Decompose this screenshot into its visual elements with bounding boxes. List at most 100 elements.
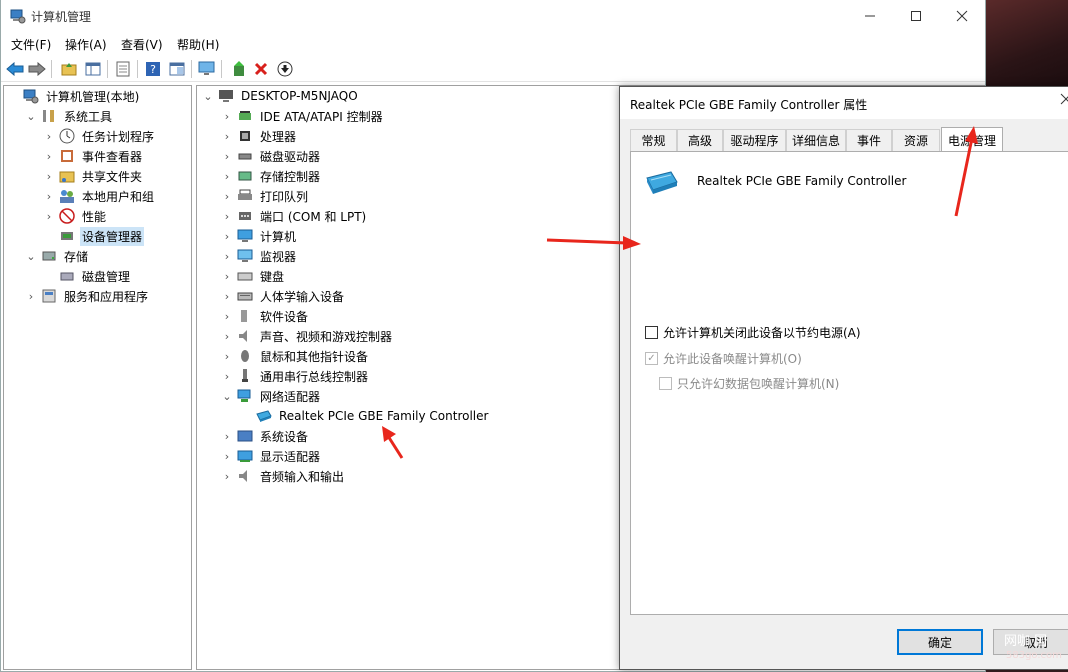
chevron-right-icon[interactable]: › (220, 470, 234, 483)
device-category[interactable]: › 监视器 (220, 246, 298, 266)
tab-resources[interactable]: 资源 (892, 129, 940, 151)
keyboard-icon (237, 272, 253, 281)
device-category[interactable]: › IDE ATA/ATAPI 控制器 (220, 106, 385, 126)
disable-device-button[interactable] (275, 59, 295, 79)
console-tree-item[interactable]: ⌄ 系统工具 (24, 106, 114, 126)
console-tree-item[interactable]: 计算机管理(本地) (6, 86, 141, 106)
console-tree-item[interactable]: ⌄ 存储 (24, 246, 90, 266)
device-category[interactable]: › 键盘 (220, 266, 286, 286)
tree-item-label: 计算机管理(本地) (46, 89, 140, 104)
chevron-right-icon[interactable]: › (24, 290, 38, 303)
device-category[interactable]: › 音频输入和输出 (220, 466, 346, 486)
chevron-right-icon[interactable]: › (220, 290, 234, 303)
tree-item-label: 存储 (64, 249, 89, 264)
chevron-right-icon[interactable]: › (220, 230, 234, 243)
console-tree-item[interactable]: › 任务计划程序 (42, 126, 156, 146)
device-category[interactable]: › 打印队列 (220, 186, 310, 206)
device-tree-root[interactable]: ⌄ DESKTOP-M5NJAQO (201, 86, 360, 106)
properties-view-button[interactable] (167, 59, 187, 79)
window-title: 计算机管理 (31, 10, 92, 24)
maximize-button[interactable] (893, 0, 939, 32)
chevron-right-icon[interactable]: › (220, 310, 234, 323)
menu-bar: 文件(F) 操作(A) 查看(V) 帮助(H) (1, 33, 985, 55)
menu-file[interactable]: 文件(F) (11, 36, 51, 53)
menu-view[interactable]: 查看(V) (121, 36, 163, 53)
chevron-right-icon[interactable]: › (42, 190, 56, 203)
scan-hardware-button[interactable] (197, 59, 217, 79)
device-category[interactable]: › 显示适配器 (220, 446, 322, 466)
device-category[interactable]: › 处理器 (220, 126, 298, 146)
tab-advanced[interactable]: 高级 (677, 129, 723, 151)
device-category[interactable]: › 磁盘驱动器 (220, 146, 322, 166)
back-button[interactable] (5, 59, 25, 79)
console-tree-item[interactable]: › 共享文件夹 (42, 166, 144, 186)
chevron-down-icon[interactable]: ⌄ (220, 390, 234, 403)
chevron-right-icon[interactable]: › (42, 150, 56, 163)
export-list-button[interactable] (113, 59, 133, 79)
device-category[interactable]: › 端口 (COM 和 LPT) (220, 206, 368, 226)
red-x-icon (254, 62, 268, 76)
forward-button[interactable] (27, 59, 47, 79)
help-button[interactable]: ? (143, 59, 163, 79)
device-item[interactable]: Realtek PCIe GBE Family Controller (239, 406, 490, 426)
up-folder-button[interactable] (59, 59, 79, 79)
menu-action[interactable]: 操作(A) (65, 36, 107, 53)
tab-general[interactable]: 常规 (630, 129, 677, 151)
chevron-right-icon[interactable]: › (42, 170, 56, 183)
menu-help[interactable]: 帮助(H) (177, 36, 219, 53)
device-category[interactable]: ⌄ 网络适配器 (220, 386, 322, 406)
chevron-right-icon[interactable]: › (220, 130, 234, 143)
device-label: 磁盘驱动器 (260, 149, 321, 164)
console-tree-item[interactable]: › 事件查看器 (42, 146, 144, 166)
device-category[interactable]: › 存储控制器 (220, 166, 322, 186)
chevron-down-icon[interactable]: ⌄ (24, 250, 38, 263)
chevron-right-icon[interactable]: › (220, 250, 234, 263)
display-adapter-icon (237, 450, 253, 462)
allow-turn-off-option[interactable]: 允许计算机关闭此设备以节约电源(A) (645, 324, 861, 341)
chevron-right-icon[interactable]: › (42, 130, 56, 143)
chevron-right-icon[interactable]: › (220, 190, 234, 203)
chevron-down-icon[interactable]: ⌄ (201, 90, 215, 103)
dialog-close-button[interactable] (1060, 93, 1068, 109)
allow-turn-off-checkbox[interactable] (645, 326, 658, 339)
close-button[interactable] (939, 0, 985, 32)
device-category[interactable]: › 人体学输入设备 (220, 286, 346, 306)
device-category[interactable]: › 鼠标和其他指针设备 (220, 346, 370, 366)
console-tree-item[interactable]: 设备管理器 (42, 226, 145, 246)
chevron-right-icon[interactable]: › (220, 370, 234, 383)
console-tree-item[interactable]: › 性能 (42, 206, 108, 226)
chevron-right-icon[interactable]: › (220, 450, 234, 463)
chevron-right-icon[interactable]: › (220, 350, 234, 363)
tab-driver[interactable]: 驱动程序 (723, 129, 786, 151)
device-category[interactable]: › 系统设备 (220, 426, 310, 446)
minimize-button[interactable] (847, 0, 893, 32)
console-tree-item[interactable]: › 服务和应用程序 (24, 286, 150, 306)
tab-power-management[interactable]: 电源管理 (941, 127, 1003, 152)
chevron-right-icon[interactable]: › (220, 110, 234, 123)
power-management-panel: Realtek PCIe GBE Family Controller 允许计算机… (630, 151, 1068, 615)
chevron-right-icon[interactable]: › (220, 170, 234, 183)
console-tree-item[interactable]: › 本地用户和组 (42, 186, 156, 206)
storage-icon (42, 251, 56, 261)
chevron-down-icon[interactable]: ⌄ (24, 110, 38, 123)
show-hide-tree-button[interactable] (83, 59, 103, 79)
tab-events[interactable]: 事件 (846, 129, 892, 151)
chevron-right-icon[interactable]: › (220, 150, 234, 163)
uninstall-device-button[interactable] (251, 59, 271, 79)
update-driver-button[interactable] (229, 59, 249, 79)
tab-details[interactable]: 详细信息 (786, 129, 846, 151)
device-category[interactable]: › 声音、视频和游戏控制器 (220, 326, 394, 346)
console-tree-item[interactable]: 磁盘管理 (42, 266, 132, 286)
chevron-right-icon[interactable]: › (220, 270, 234, 283)
folder-up-icon (61, 63, 77, 76)
device-label: 存储控制器 (260, 169, 321, 184)
chevron-right-icon[interactable]: › (220, 210, 234, 223)
device-category[interactable]: › 软件设备 (220, 306, 310, 326)
chevron-right-icon[interactable]: › (42, 210, 56, 223)
chevron-right-icon[interactable]: › (220, 330, 234, 343)
device-category[interactable]: › 计算机 (220, 226, 298, 246)
device-label: 人体学输入设备 (260, 289, 345, 304)
back-arrow-icon (6, 62, 24, 76)
chevron-right-icon[interactable]: › (220, 430, 234, 443)
device-category[interactable]: › 通用串行总线控制器 (220, 366, 370, 386)
